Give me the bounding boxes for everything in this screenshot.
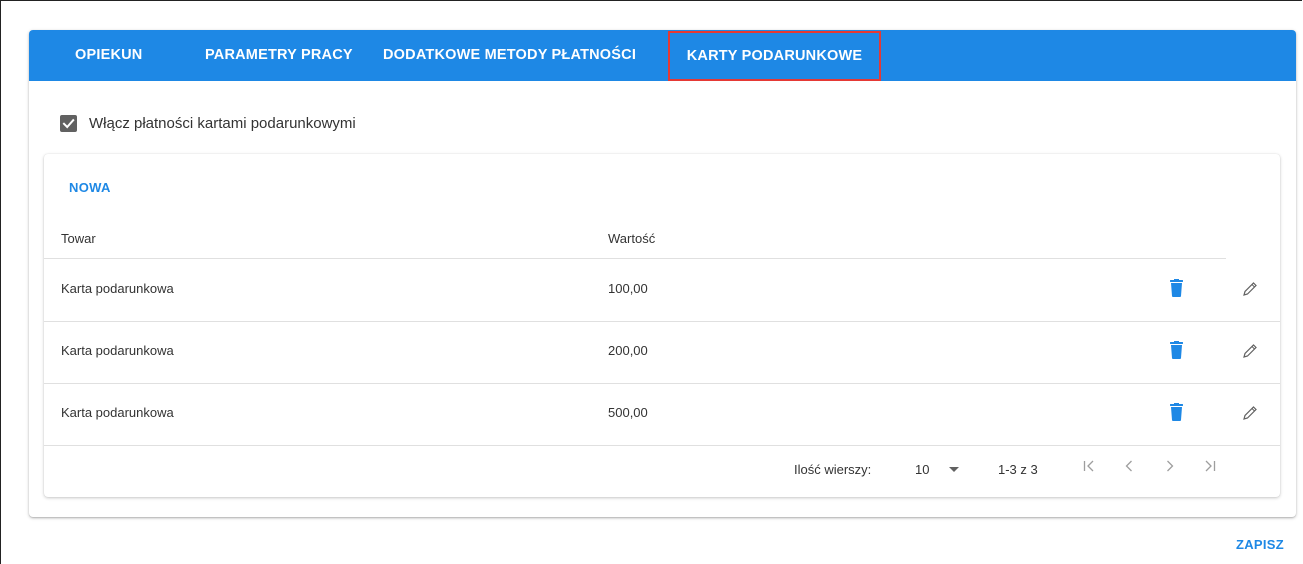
table-row: Karta podarunkowa 100,00 <box>44 259 1280 322</box>
column-header-towar: Towar <box>61 231 96 246</box>
rows-per-page-value: 10 <box>915 462 930 477</box>
cell-product: Karta podarunkowa <box>61 405 174 420</box>
cell-product: Karta podarunkowa <box>61 281 174 296</box>
pagination-range: 1-3 z 3 <box>998 462 1038 477</box>
edit-pencil-icon[interactable] <box>1243 406 1257 425</box>
tab-bar: OPIEKUN PARAMETRY PRACY DODATKOWE METODY… <box>29 30 1296 81</box>
enable-giftcards-label: Włącz płatności kartami podarunkowymi <box>89 114 356 132</box>
delete-trash-icon[interactable] <box>1169 341 1184 364</box>
chevron-left-icon[interactable] <box>1124 459 1134 477</box>
enable-giftcards-row: Włącz płatności kartami podarunkowymi <box>60 112 356 134</box>
tab-dodatkowe-metody-platnosci[interactable]: DODATKOWE METODY PŁATNOŚCI <box>383 30 636 81</box>
cell-value: 500,00 <box>608 405 648 420</box>
settings-card: OPIEKUN PARAMETRY PRACY DODATKOWE METODY… <box>29 30 1296 517</box>
last-page-icon[interactable] <box>1204 459 1216 477</box>
tab-opiekun[interactable]: OPIEKUN <box>75 30 142 81</box>
checkmark-icon <box>62 118 75 128</box>
table-row: Karta podarunkowa 200,00 <box>44 321 1280 384</box>
chevron-right-icon[interactable] <box>1165 459 1175 477</box>
caret-down-icon <box>949 467 959 472</box>
save-button[interactable]: ZAPISZ <box>1236 537 1284 552</box>
table-row: Karta podarunkowa 500,00 <box>44 383 1280 446</box>
edit-pencil-icon[interactable] <box>1243 282 1257 301</box>
cell-value: 200,00 <box>608 343 648 358</box>
rows-per-page-select[interactable]: 10 <box>915 462 959 477</box>
tab-parametry-pracy[interactable]: PARAMETRY PRACY <box>205 30 353 81</box>
delete-trash-icon[interactable] <box>1169 279 1184 302</box>
giftcards-table-card: NOWA Towar Wartość Karta podarunkowa 100… <box>44 154 1280 497</box>
table-pagination: Ilość wierszy: 10 1-3 z 3 <box>44 445 1280 497</box>
new-giftcard-button[interactable]: NOWA <box>69 180 111 195</box>
cell-product: Karta podarunkowa <box>61 343 174 358</box>
tab-karty-podarunkowe[interactable]: KARTY PODARUNKOWE <box>668 31 881 81</box>
delete-trash-icon[interactable] <box>1169 403 1184 426</box>
edit-pencil-icon[interactable] <box>1243 344 1257 363</box>
enable-giftcards-checkbox[interactable] <box>60 114 77 132</box>
rows-per-page-label: Ilość wierszy: <box>794 462 872 477</box>
first-page-icon[interactable] <box>1083 459 1095 477</box>
cell-value: 100,00 <box>608 281 648 296</box>
column-header-wartosc: Wartość <box>608 231 656 246</box>
